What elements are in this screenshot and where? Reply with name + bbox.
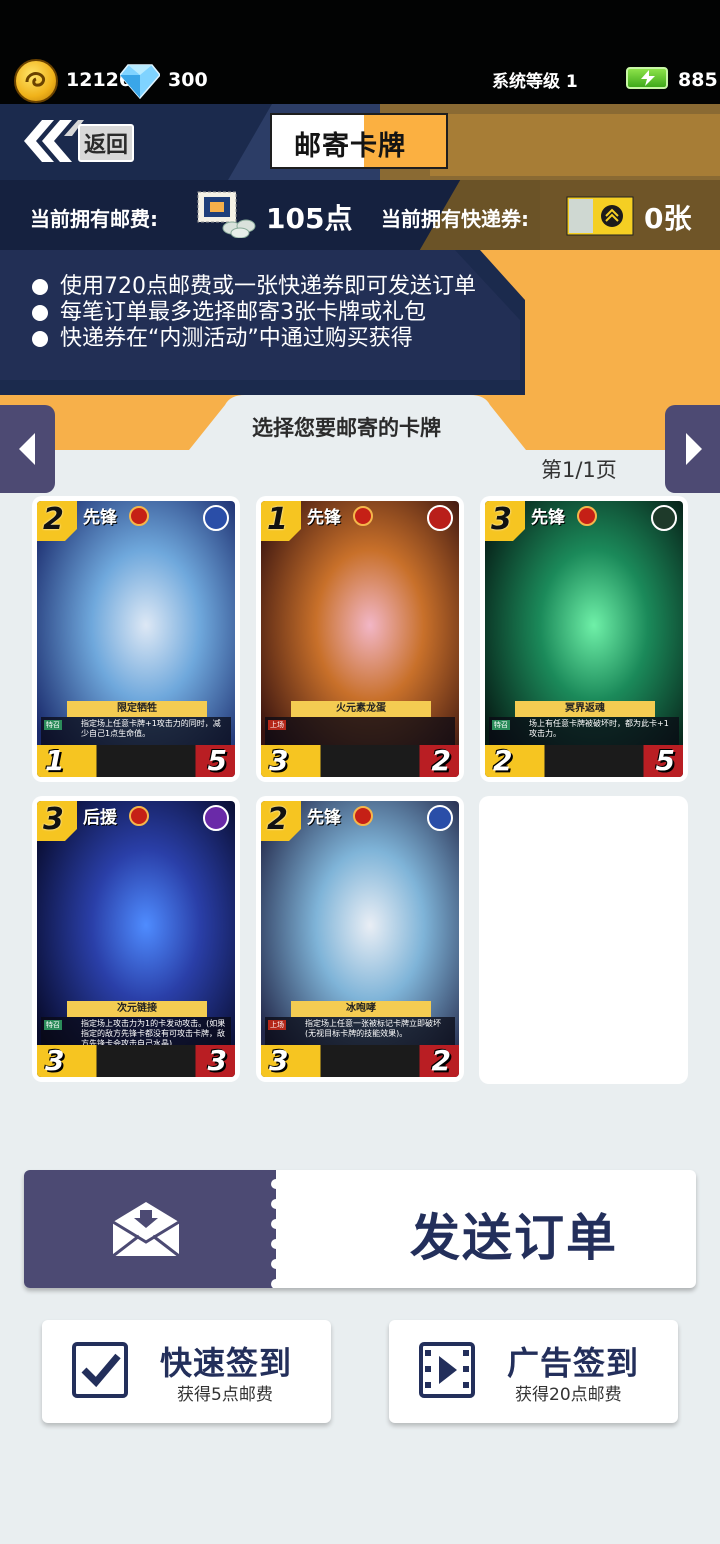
- ad-checkin-button[interactable]: 广告签到 获得20点邮费: [389, 1320, 678, 1423]
- card-name: 冰咆哮: [291, 1001, 431, 1017]
- card-item[interactable]: 1 先锋火元素龙蛋 上场 3 2: [256, 496, 464, 782]
- card-health: 2: [431, 1044, 451, 1077]
- card-stat-bar: [37, 745, 235, 777]
- empty-card-slot[interactable]: [479, 796, 688, 1084]
- card-tag: 特召: [44, 720, 62, 730]
- ad-checkin-reward: 获得20点邮费: [515, 1385, 622, 1405]
- card-description: 上场: [265, 717, 455, 747]
- ad-checkin-title: 广告签到: [507, 1344, 640, 1382]
- element-icon: [203, 805, 229, 831]
- back-button[interactable]: 返回: [78, 124, 135, 162]
- card-description: 上场 指定场上任意一张被标记卡牌立即破坏(无视目标卡牌的技能效果)。: [265, 1017, 455, 1047]
- card-attack: 1: [45, 744, 65, 777]
- card-cost: 3: [485, 501, 525, 541]
- send-order-label: 发送订单: [410, 1209, 618, 1267]
- energy-icon: [626, 67, 668, 89]
- card-tag: 上场: [268, 1020, 286, 1030]
- card-art: 2 先锋限定牺牲 特召 指定场上任意卡牌+1攻击力的同时，减少自己1点生命值。 1 5: [37, 501, 235, 777]
- card-stat-bar: [37, 1045, 235, 1077]
- page-title: 邮寄卡牌: [270, 113, 448, 169]
- voucher-value: 0张: [644, 202, 692, 235]
- rule-item: 快递券在“内测活动”中通过购买获得: [32, 326, 476, 352]
- role-icon: [353, 506, 373, 526]
- diamond-icon: [119, 63, 161, 103]
- card-name: 冥界返魂: [515, 701, 655, 717]
- quick-checkin-button[interactable]: 快速签到 获得5点邮费: [42, 1320, 331, 1423]
- card-health: 5: [655, 744, 675, 777]
- checkbox-icon: [72, 1342, 128, 1398]
- card-attack: 3: [269, 1044, 289, 1077]
- card-name: 次元链接: [67, 1001, 207, 1017]
- card-item[interactable]: 3 先锋冥界返魂 特召 场上有任意卡牌被破坏时，都为此卡+1攻击力。 2 5: [480, 496, 688, 782]
- card-name: 火元素龙蛋: [291, 701, 431, 717]
- postage-fee-value: 105点: [266, 202, 353, 235]
- card-stat-bar: [261, 1045, 459, 1077]
- express-voucher-icon: [566, 196, 634, 236]
- card-description: 特召 场上有任意卡牌被破坏时，都为此卡+1攻击力。: [489, 717, 679, 747]
- element-icon: [427, 805, 453, 831]
- envelope-icon: [112, 1202, 180, 1258]
- rule-item: 使用720点邮费或一张快递券即可发送订单: [32, 274, 476, 300]
- card-role: 后援: [83, 808, 117, 828]
- stamp-icon: [197, 191, 256, 238]
- element-icon: [203, 505, 229, 531]
- card-item[interactable]: 3 后援次元链接 特召 指定场上攻击力为1的卡发动攻击。(如果指定的敌方先锋卡都没有可…: [32, 796, 240, 1082]
- card-role: 先锋: [307, 508, 341, 528]
- element-icon: [427, 505, 453, 531]
- card-stat-bar: [485, 745, 683, 777]
- role-icon: [353, 806, 373, 826]
- card-item[interactable]: 2 先锋限定牺牲 特召 指定场上任意卡牌+1攻击力的同时，减少自己1点生命值。 1 5: [32, 496, 240, 782]
- card-description: 特召 指定场上任意卡牌+1攻击力的同时，减少自己1点生命值。: [41, 717, 231, 747]
- element-icon: [651, 505, 677, 531]
- send-order-button[interactable]: 发送订单: [24, 1170, 696, 1288]
- quick-checkin-title: 快速签到: [160, 1344, 293, 1382]
- card-attack: 2: [493, 744, 513, 777]
- card-tag: 上场: [268, 720, 286, 730]
- card-cost: 2: [37, 501, 77, 541]
- card-tag: 特召: [44, 1020, 62, 1030]
- card-art: 1 先锋火元素龙蛋 上场 3 2: [261, 501, 459, 777]
- card-health: 3: [207, 1044, 227, 1077]
- card-art: 3 先锋冥界返魂 特召 场上有任意卡牌被破坏时，都为此卡+1攻击力。 2 5: [485, 501, 683, 777]
- card-health: 5: [207, 744, 227, 777]
- quick-checkin-reward: 获得5点邮费: [177, 1385, 273, 1405]
- card-role: 先锋: [83, 508, 117, 528]
- card-role: 先锋: [307, 808, 341, 828]
- card-stat-bar: [261, 745, 459, 777]
- diamond-amount: 300: [168, 69, 208, 91]
- gold-coin-icon: [14, 59, 58, 103]
- energy-amount: 885: [678, 69, 718, 91]
- card-art: 3 后援次元链接 特召 指定场上攻击力为1的卡发动攻击。(如果指定的敌方先锋卡都没有可…: [37, 801, 235, 1077]
- rules-list: 使用720点邮费或一张快递券即可发送订单 每笔订单最多选择邮寄3张卡牌或礼包 快…: [32, 274, 476, 352]
- selection-title: 选择您要邮寄的卡牌: [252, 416, 441, 440]
- card-role: 先锋: [531, 508, 565, 528]
- card-item[interactable]: 2 先锋冰咆哮 上场 指定场上任意一张被标记卡牌立即破坏(无视目标卡牌的技能效果)。 3…: [256, 796, 464, 1082]
- card-art: 2 先锋冰咆哮 上场 指定场上任意一张被标记卡牌立即破坏(无视目标卡牌的技能效果)。 3…: [261, 801, 459, 1077]
- role-icon: [577, 506, 597, 526]
- card-attack: 3: [45, 1044, 65, 1077]
- postage-fee-label: 当前拥有邮费:: [30, 207, 158, 231]
- card-health: 2: [431, 744, 451, 777]
- card-cost: 2: [261, 801, 301, 841]
- next-page-button[interactable]: [665, 405, 720, 493]
- voucher-label: 当前拥有快递券:: [381, 207, 529, 231]
- system-level: 系统等级 1: [492, 72, 578, 92]
- page-indicator: 第1/1页: [541, 458, 617, 482]
- role-icon: [129, 506, 149, 526]
- role-icon: [129, 806, 149, 826]
- card-tag: 特召: [492, 720, 510, 730]
- card-cost: 1: [261, 501, 301, 541]
- card-description: 特召 指定场上攻击力为1的卡发动攻击。(如果指定的敌方先锋卡都没有可攻击卡牌，敌方…: [41, 1017, 231, 1048]
- card-attack: 3: [269, 744, 289, 777]
- video-icon: [419, 1342, 475, 1398]
- card-cost: 3: [37, 801, 77, 841]
- chevron-left-icon: [18, 433, 35, 465]
- card-name: 限定牺牲: [67, 701, 207, 717]
- rule-item: 每笔订单最多选择邮寄3张卡牌或礼包: [32, 300, 476, 326]
- prev-page-button[interactable]: [0, 405, 55, 493]
- chevron-right-icon: [685, 433, 702, 465]
